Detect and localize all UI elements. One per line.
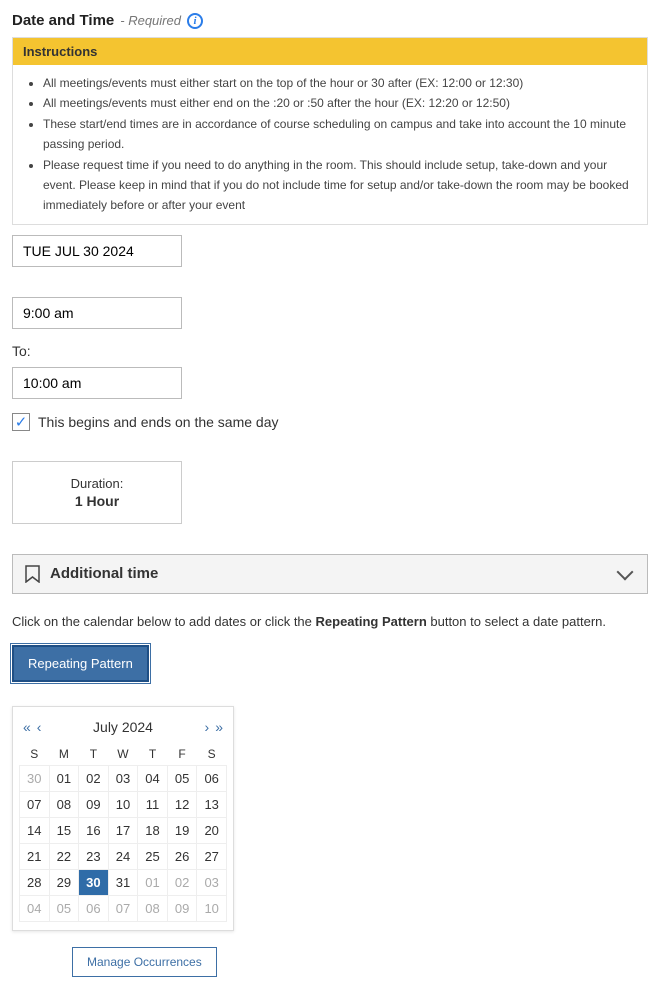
calendar-dow: S: [20, 743, 50, 766]
instruction-item: All meetings/events must either start on…: [43, 73, 635, 93]
to-label: To:: [12, 343, 648, 359]
instruction-item: Please request time if you need to do an…: [43, 155, 635, 216]
calendar-day[interactable]: 09: [167, 895, 197, 921]
calendar-prev-year-icon[interactable]: «: [23, 719, 31, 735]
calendar-day[interactable]: 05: [167, 765, 197, 791]
calendar: « ‹ July 2024 › » SMTWTFS 30010203040506…: [12, 706, 234, 931]
duration-value: 1 Hour: [13, 493, 181, 509]
calendar-day[interactable]: 02: [167, 869, 197, 895]
calendar-day[interactable]: 04: [138, 765, 168, 791]
manage-occurrences-button[interactable]: Manage Occurrences: [72, 947, 217, 977]
calendar-day[interactable]: 02: [79, 765, 109, 791]
calendar-day[interactable]: 16: [79, 817, 109, 843]
info-icon[interactable]: i: [187, 13, 203, 29]
calendar-dow: F: [167, 743, 197, 766]
calendar-day[interactable]: 14: [20, 817, 50, 843]
calendar-dow: T: [138, 743, 168, 766]
calendar-day[interactable]: 26: [167, 843, 197, 869]
instructions-header: Instructions: [13, 38, 647, 65]
instruction-item: All meetings/events must either end on t…: [43, 93, 635, 113]
calendar-day[interactable]: 19: [167, 817, 197, 843]
calendar-dow: T: [79, 743, 109, 766]
calendar-day[interactable]: 30: [79, 869, 109, 895]
duration-label: Duration:: [13, 476, 181, 491]
calendar-dow: W: [108, 743, 138, 766]
duration-box: Duration: 1 Hour: [12, 461, 182, 524]
required-label: - Required: [120, 13, 181, 28]
calendar-day[interactable]: 21: [20, 843, 50, 869]
same-day-checkbox[interactable]: ✓: [12, 413, 30, 431]
calendar-day[interactable]: 30: [20, 765, 50, 791]
calendar-day[interactable]: 04: [20, 895, 50, 921]
calendar-day[interactable]: 12: [167, 791, 197, 817]
calendar-day[interactable]: 23: [79, 843, 109, 869]
start-time-input[interactable]: [12, 297, 182, 329]
calendar-next-month-icon[interactable]: ›: [205, 719, 210, 735]
bookmark-icon: [25, 565, 40, 583]
calendar-day[interactable]: 08: [138, 895, 168, 921]
calendar-day[interactable]: 01: [49, 765, 79, 791]
calendar-day[interactable]: 18: [138, 817, 168, 843]
same-day-label: This begins and ends on the same day: [38, 414, 279, 430]
additional-time-label: Additional time: [50, 565, 158, 582]
section-title: Date and Time: [12, 12, 114, 29]
calendar-day[interactable]: 11: [138, 791, 168, 817]
repeating-pattern-button[interactable]: Repeating Pattern: [12, 645, 149, 682]
calendar-day[interactable]: 09: [79, 791, 109, 817]
calendar-grid: SMTWTFS 30010203040506070809101112131415…: [19, 743, 227, 922]
calendar-day[interactable]: 29: [49, 869, 79, 895]
calendar-day[interactable]: 27: [197, 843, 227, 869]
calendar-day[interactable]: 20: [197, 817, 227, 843]
calendar-prev-month-icon[interactable]: ‹: [37, 719, 42, 735]
calendar-day[interactable]: 13: [197, 791, 227, 817]
calendar-hint: Click on the calendar below to add dates…: [12, 614, 648, 629]
calendar-dow: S: [197, 743, 227, 766]
calendar-day[interactable]: 06: [197, 765, 227, 791]
calendar-day[interactable]: 10: [108, 791, 138, 817]
section-header: Date and Time - Required i: [12, 12, 648, 29]
additional-time-toggle[interactable]: Additional time: [12, 554, 648, 594]
end-time-input[interactable]: [12, 367, 182, 399]
calendar-day[interactable]: 10: [197, 895, 227, 921]
instructions-box: Instructions All meetings/events must ei…: [12, 37, 648, 225]
calendar-day[interactable]: 24: [108, 843, 138, 869]
calendar-day[interactable]: 22: [49, 843, 79, 869]
calendar-day[interactable]: 17: [108, 817, 138, 843]
calendar-day[interactable]: 28: [20, 869, 50, 895]
calendar-day[interactable]: 31: [108, 869, 138, 895]
calendar-day[interactable]: 25: [138, 843, 168, 869]
calendar-title: July 2024: [93, 719, 153, 735]
chevron-down-icon: [617, 563, 634, 580]
calendar-day[interactable]: 01: [138, 869, 168, 895]
calendar-day[interactable]: 07: [20, 791, 50, 817]
calendar-next-year-icon[interactable]: »: [215, 719, 223, 735]
instructions-body: All meetings/events must either start on…: [13, 65, 647, 224]
calendar-day[interactable]: 05: [49, 895, 79, 921]
calendar-day[interactable]: 07: [108, 895, 138, 921]
calendar-day[interactable]: 15: [49, 817, 79, 843]
same-day-row: ✓ This begins and ends on the same day: [12, 413, 648, 431]
instruction-item: These start/end times are in accordance …: [43, 114, 635, 155]
calendar-day[interactable]: 03: [197, 869, 227, 895]
calendar-day[interactable]: 06: [79, 895, 109, 921]
calendar-day[interactable]: 08: [49, 791, 79, 817]
calendar-dow: M: [49, 743, 79, 766]
date-input[interactable]: [12, 235, 182, 267]
calendar-day[interactable]: 03: [108, 765, 138, 791]
